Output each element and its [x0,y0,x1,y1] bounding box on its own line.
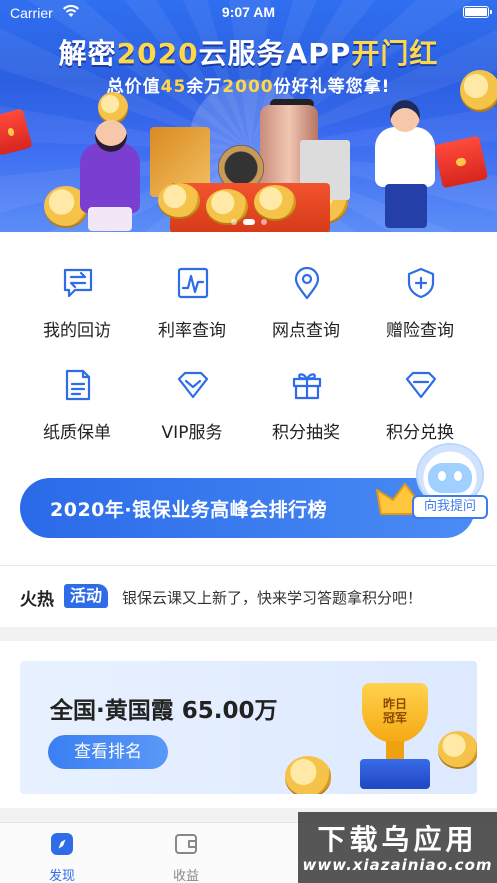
banner-subtitle-n2: 2000 [222,77,274,97]
banner-title-mid: 云服务APP [198,37,352,70]
promo-banner[interactable]: Carrier 9:07 AM 解密2020云服务APP开门红 总价值45余万2… [0,0,497,232]
activity-tag: 活动 [64,584,109,608]
location-pin-icon [294,266,320,300]
feature-vip-service[interactable]: VIP服务 [130,334,254,443]
chat-swap-icon [63,268,93,298]
ranking-banner[interactable]: 2020年·银保业务高峰会排行榜 [20,478,475,538]
banner-title-prefix: 解密 [58,37,117,70]
champion-card[interactable]: 全国·黄国霞 65.00万 查看排名 昨日 冠军 [20,661,477,794]
trophy-label-line1: 昨日 [382,697,407,711]
hot-tag: 火热 [20,590,54,610]
status-bar: Carrier 9:07 AM [0,0,497,26]
trophy-stem [386,741,404,759]
feature-label: 纸质保单 [43,423,111,443]
carousel-dot[interactable] [260,219,267,225]
feature-label: 积分抽奖 [272,423,340,443]
feature-label: VIP服务 [161,423,223,443]
feature-branch-query[interactable]: 网点查询 [244,232,368,341]
ranking-banner-text: 2020年·银保业务高峰会排行榜 [50,499,328,521]
gift-icon [292,373,322,400]
watermark-url: www.xiazainiao.com [302,856,493,874]
carousel-indicator[interactable] [0,210,497,229]
clock: 9:07 AM [221,4,276,20]
banner-title-suffix: 开门红 [351,37,439,70]
coin-icon [438,731,477,767]
tab-discover[interactable]: 发现 [22,829,102,883]
section-gap [0,627,497,641]
trophy-label-line2: 冠军 [382,711,407,725]
feature-rate-query[interactable]: 利率查询 [130,232,254,341]
tab-label: 发现 [48,869,75,883]
assistant-face [428,463,472,493]
site-watermark: 下载乌应用 www.xiazainiao.com [298,812,497,883]
carousel-dot-active[interactable] [242,219,255,225]
chart-icon [177,267,209,299]
wallet-icon [175,834,197,854]
news-message[interactable]: 银保云课又上新了，快来学习答题拿积分吧！ [122,587,422,608]
diamond-icon [177,371,209,399]
banner-subtitle-n1: 45 [160,77,187,97]
assistant-widget[interactable]: 向我提问 [410,445,490,525]
champion-name: 全国·黄国霞 65.00万 [50,698,278,724]
trophy-label: 昨日 冠军 [362,697,428,725]
watermark-title: 下载乌应用 [317,823,478,856]
feature-label: 积分兑换 [386,423,454,443]
carousel-dot[interactable] [230,219,237,225]
feature-gift-insurance-query[interactable]: 赠险查询 [358,232,482,341]
battery-icon [463,6,492,18]
trophy-base [360,759,430,789]
shield-plus-icon [407,267,435,299]
ask-me-button[interactable]: 向我提问 [412,495,488,519]
woman-head [95,120,127,152]
view-ranking-button[interactable]: 查看排名 [48,735,168,769]
feature-my-revisit[interactable]: 我的回访 [15,232,139,341]
coin-icon [460,70,497,110]
tab-earnings[interactable]: 收益 [146,829,226,883]
banner-title: 解密2020云服务APP开门红 [0,32,497,72]
banner-subtitle-b: 余万 [186,77,223,97]
man-head [390,100,420,132]
feature-paper-policy[interactable]: 纸质保单 [15,334,139,443]
tab-label: 收益 [172,869,199,883]
activity-news-row[interactable]: 火热 活动 银保云课又上新了，快来学习答题拿积分吧！ [0,567,497,627]
coin-icon [285,756,331,794]
feature-points-exchange[interactable]: 积分兑换 [358,334,482,443]
trophy-icon: 昨日 冠军 [350,679,440,789]
document-icon [65,369,91,401]
banner-title-year: 2020 [116,37,199,70]
woman-body [80,143,140,213]
section-divider [0,565,497,566]
feature-grid: 我的回访 利率查询 网点查询 赠险查询 纸质保单 VIP服务 积分抽奖 积分兑换 [0,232,497,464]
feature-points-lottery[interactable]: 积分抽奖 [244,334,368,443]
man-body [375,127,435,187]
gem-icon [405,371,437,399]
compass-icon [51,833,73,855]
